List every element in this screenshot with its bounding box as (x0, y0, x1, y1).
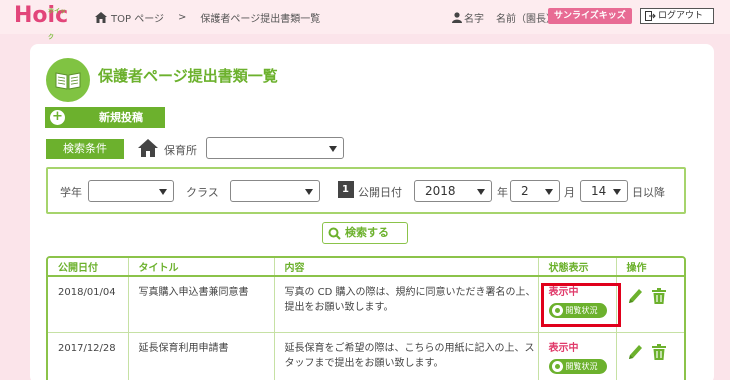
new-post-button[interactable]: + 新規投稿 (45, 107, 165, 128)
logout-button[interactable]: ログアウト (640, 8, 714, 24)
table-header-row: 公開日付 タイトル 内容 状態表示 操作 (48, 258, 684, 277)
status-badge: 表示中 (548, 287, 579, 298)
table-row: 2017/12/28 延長保育利用申請書 延長保育をご希望の際は、こちらの用紙に… (48, 332, 684, 380)
plus-icon: + (50, 110, 65, 125)
main-panel: 保護者ページ提出書類一覧 + 新規投稿 検索条件 保育所 学年 クラス 公開日付… (30, 44, 714, 380)
nursery-select[interactable] (206, 137, 344, 159)
breadcrumb-top[interactable]: TOP ページ (111, 10, 164, 25)
month-unit: 月 (564, 186, 575, 199)
chevron-down-icon (545, 189, 553, 195)
row-actions (616, 332, 684, 380)
row-title: 延長保育利用申請書 (128, 332, 275, 380)
top-bar: Hoic ホイック TOP ページ > 保護者ページ提出書類一覧 名字 名前（園長… (0, 0, 730, 41)
logout-label: ログアウト (658, 11, 704, 21)
header-date: 公開日付 (48, 258, 129, 277)
calendar-icon (338, 181, 354, 198)
row-content: 写真の CD 購入の際は、規約に同意いただき署名の上、提出をお願い致します。 (274, 276, 539, 333)
book-icon (46, 58, 90, 102)
eye-icon (551, 360, 563, 372)
chevron-down-icon (477, 189, 485, 195)
view-status-button[interactable]: 閲覧状況 (548, 358, 607, 374)
date-label: 公開日付 (358, 186, 402, 199)
row-actions (616, 276, 684, 333)
day-unit: 日以降 (632, 186, 665, 199)
row-title: 写真購入申込書兼同意書 (128, 276, 275, 333)
user-label: 名字 (464, 14, 484, 25)
year-unit: 年 (497, 186, 508, 199)
month-select[interactable]: 2 (510, 180, 560, 202)
home-icon (138, 139, 158, 157)
trash-icon[interactable] (651, 343, 667, 361)
chevron-down-icon (305, 189, 313, 195)
person-icon (452, 12, 462, 23)
search-icon (328, 227, 341, 240)
page-title: 保護者ページ提出書類一覧 (98, 67, 278, 85)
breadcrumb: TOP ページ > 保護者ページ提出書類一覧 (95, 10, 320, 25)
breadcrumb-current: 保護者ページ提出書類一覧 (200, 14, 321, 25)
header-content: 内容 (274, 258, 539, 277)
header-title: タイトル (128, 258, 275, 277)
header-status: 状態表示 (538, 258, 617, 277)
header-actions: 操作 (616, 258, 684, 277)
nursery-label: 保育所 (164, 144, 197, 157)
row-status: 表示中 閲覧状況 (538, 332, 617, 380)
table-row: 2018/01/04 写真購入申込書兼同意書 写真の CD 購入の際は、規約に同… (48, 276, 684, 333)
chevron-down-icon (613, 189, 621, 195)
search-button[interactable]: 検索する (322, 222, 408, 244)
row-content: 延長保育をご希望の際は、こちらの用紙に記入の上、スタッフまで提出をお願い致します… (274, 332, 539, 380)
row-date: 2018/01/04 (48, 276, 129, 333)
chevron-down-icon (159, 189, 167, 195)
eye-icon (551, 305, 563, 316)
view-status-button[interactable]: 閲覧状況 (548, 303, 607, 318)
trash-icon[interactable] (651, 287, 667, 305)
breadcrumb-separator: > (178, 12, 187, 23)
home-icon (95, 12, 107, 23)
user-info: 名字 名前（園長） (452, 10, 556, 25)
logo[interactable]: Hoic ホイック (14, 3, 68, 41)
grade-label: 学年 (60, 186, 82, 199)
class-label: クラス (186, 186, 219, 199)
class-select[interactable] (230, 180, 320, 202)
search-button-label: 検索する (345, 226, 389, 239)
logout-icon (645, 11, 656, 21)
documents-table: 公開日付 タイトル 内容 状態表示 操作 2018/01/04 写真購入申込書兼… (46, 256, 686, 380)
grade-select[interactable] (88, 180, 174, 202)
year-select[interactable]: 2018 (414, 180, 492, 202)
row-status: 表示中 閲覧状況 (538, 276, 617, 333)
pencil-icon[interactable] (627, 343, 643, 361)
chevron-down-icon (329, 146, 337, 152)
org-button[interactable]: サンライズキッズ (548, 8, 632, 24)
user-name: 名前（園長） (496, 14, 556, 25)
new-post-label: 新規投稿 (99, 111, 143, 124)
status-badge: 表示中 (548, 342, 579, 354)
day-select[interactable]: 14 (580, 180, 628, 202)
row-date: 2017/12/28 (48, 332, 129, 380)
filter-box: 学年 クラス 公開日付 2018 年 2 月 14 日以降 (46, 167, 686, 214)
pencil-icon[interactable] (627, 287, 643, 305)
search-condition-label: 検索条件 (46, 139, 124, 159)
